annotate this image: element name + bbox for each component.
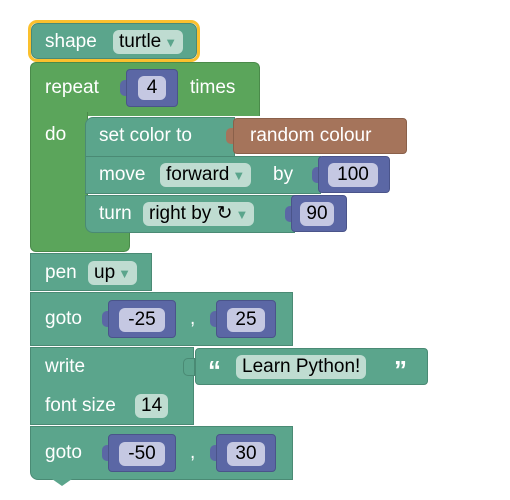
write-text-field[interactable]: Learn Python! [236, 355, 367, 379]
move-direction-dropdown[interactable]: forward ▼ [160, 163, 252, 187]
goto-2-x-field[interactable]: -50 [119, 442, 165, 466]
close-quote-icon: ” [394, 355, 407, 385]
open-quote-icon: “ [208, 355, 221, 385]
repeat-do-label: do [45, 124, 67, 145]
set-color-label: set color to [99, 125, 192, 146]
move-amount-block[interactable]: 100 [318, 156, 390, 193]
shape-dropdown[interactable]: turtle ▼ [113, 30, 184, 54]
repeat-block-foot [30, 230, 130, 252]
dropdown-arrow-icon: ▼ [232, 168, 246, 183]
goto-1-x-block[interactable]: -25 [108, 300, 176, 338]
goto-2-separator: , [190, 442, 196, 463]
repeat-count-block[interactable]: 4 [126, 69, 178, 107]
dropdown-arrow-icon: ▼ [164, 35, 178, 50]
write-label: write [45, 356, 86, 377]
write-text-socket [183, 358, 195, 376]
goto-2-x-block[interactable]: -50 [108, 434, 176, 472]
turn-direction-value: right by ↻ [149, 203, 233, 224]
goto-2-y-field[interactable]: 30 [227, 442, 265, 466]
font-size-field[interactable]: 14 [135, 394, 169, 418]
repeat-times-label: times [190, 77, 236, 98]
text-block[interactable]: “ Learn Python! ” [195, 348, 428, 385]
pen-dropdown[interactable]: up ▼ [88, 261, 138, 285]
font-size-label: font size [45, 395, 116, 416]
goto-2-y-block[interactable]: 30 [216, 434, 276, 472]
dropdown-arrow-icon: ▼ [235, 207, 249, 222]
turn-amount-field[interactable]: 90 [300, 202, 334, 226]
shape-value: turtle [119, 31, 162, 52]
shape-label: shape [45, 31, 97, 52]
goto-1-y-block[interactable]: 25 [216, 300, 276, 338]
next-connection-notch [52, 479, 72, 486]
turn-amount-block[interactable]: 90 [291, 195, 347, 232]
repeat-label: repeat [45, 77, 99, 98]
dropdown-arrow-icon: ▼ [118, 266, 132, 281]
goto-1-separator: , [190, 308, 196, 329]
turn-label: turn [99, 203, 132, 224]
turn-direction-dropdown[interactable]: right by ↻ ▼ [143, 202, 255, 226]
pen-value: up [94, 262, 116, 283]
goto-1-x-field[interactable]: -25 [119, 308, 165, 332]
random-colour-block[interactable]: random colour [233, 118, 407, 154]
goto-1-y-field[interactable]: 25 [227, 308, 265, 332]
move-by-label: by [273, 164, 294, 185]
goto-2-label: goto [45, 442, 82, 463]
goto-1-label: goto [45, 308, 82, 329]
pen-label: pen [45, 262, 77, 283]
move-label: move [99, 164, 146, 185]
move-amount-field[interactable]: 100 [328, 163, 378, 187]
random-colour-label: random colour [250, 125, 372, 146]
repeat-count-field[interactable]: 4 [138, 76, 166, 100]
move-direction-value: forward [166, 164, 230, 185]
